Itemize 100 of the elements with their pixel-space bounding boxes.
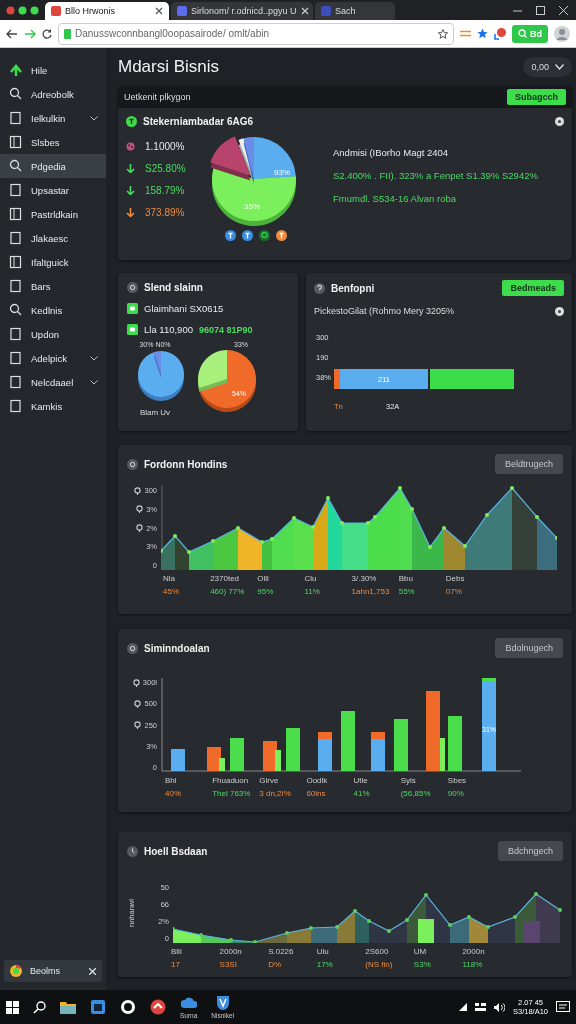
search-icon: [9, 87, 23, 101]
address-field[interactable]: Danusswconnbangl0oopasairode/ omlt/abin: [58, 22, 454, 45]
axis-label: Sbes: [447, 776, 468, 785]
page-icon: [9, 135, 23, 149]
blob-icon: [126, 141, 135, 151]
sidebar-item[interactable]: Pdgedia: [0, 154, 106, 178]
shield-icon[interactable]: [214, 995, 231, 1011]
pin-icon: [132, 678, 140, 687]
axis-label: Debs: [445, 574, 466, 583]
search-icon: [9, 303, 23, 317]
page-title: Mdarsi Bisnis: [118, 57, 220, 77]
sidebar-item[interactable]: Upsastar: [0, 178, 106, 202]
circle-badge-icon[interactable]: [225, 230, 236, 241]
open-item[interactable]: Beolms: [4, 960, 102, 982]
sidebar-item[interactable]: Slsbes: [0, 130, 106, 154]
search-icon[interactable]: [33, 1000, 46, 1014]
up-arrow-icon[interactable]: [458, 1003, 467, 1011]
gear-icon: [127, 282, 138, 293]
action-button[interactable]: Bdchngech: [497, 841, 563, 861]
chat-icon: [127, 324, 138, 335]
bar: [230, 738, 244, 771]
data-point: [513, 915, 517, 919]
clock-icon: [127, 845, 138, 857]
folder-icon[interactable]: [60, 999, 76, 1015]
page-icon: [9, 351, 23, 365]
action-button[interactable]: Bedmeads: [502, 280, 564, 296]
column-value: 1ahn1,753: [351, 587, 391, 596]
sidebar-item[interactable]: Hile: [0, 58, 106, 82]
star-icon[interactable]: [438, 28, 448, 39]
column-value: 41%: [353, 789, 371, 798]
avatar-icon[interactable]: [554, 25, 570, 42]
sidebar-item[interactable]: Adreobolk: [0, 82, 106, 106]
window-dot-icon[interactable]: [30, 5, 39, 15]
action-button[interactable]: Bdolnugech: [495, 638, 563, 658]
sidebar-item[interactable]: Jlakaesc: [0, 226, 106, 250]
network-icon[interactable]: [474, 1003, 486, 1011]
window-icon[interactable]: [90, 999, 106, 1015]
column-value: 17: [171, 960, 181, 969]
site-icon: [321, 6, 331, 16]
area-segment: [161, 536, 175, 570]
volume-icon[interactable]: [493, 1002, 505, 1012]
data-point: [199, 933, 203, 937]
pin-icon[interactable]: [259, 230, 270, 241]
action-button[interactable]: Beldtrugech: [494, 454, 563, 474]
axis-label: Utle: [353, 776, 369, 785]
sidebar-item[interactable]: Adelpick: [0, 346, 106, 370]
data-point: [442, 526, 446, 530]
sidebar-item[interactable]: Pastrldkain: [0, 202, 106, 226]
gear-icon: [127, 642, 138, 654]
sidebar-item[interactable]: Kedlnis: [0, 298, 106, 322]
start-icon[interactable]: [6, 1000, 19, 1014]
window-dot-icon[interactable]: [6, 5, 15, 15]
sidebar-item[interactable]: Ifaltguick: [0, 250, 106, 274]
info-dot-icon[interactable]: [555, 117, 564, 126]
maximize-icon[interactable]: [536, 5, 545, 15]
ring-icon[interactable]: [120, 999, 136, 1015]
browser-tab[interactable]: Sach: [315, 2, 395, 20]
browser-tab[interactable]: Bllo Hrwonis: [45, 2, 169, 20]
circle-badge-icon[interactable]: [276, 230, 287, 241]
column-value: (NS fin): [365, 960, 394, 969]
browser-tab[interactable]: Sirlonom/ r.odnicd..pgyu U: [171, 2, 313, 20]
browser-icon: [10, 965, 22, 977]
window-dot-icon[interactable]: [18, 5, 27, 15]
notification-icon[interactable]: [556, 1000, 570, 1014]
data-point: [326, 496, 330, 500]
reload-icon[interactable]: [42, 28, 52, 39]
bar: [171, 749, 185, 771]
info-dot-icon[interactable]: [555, 306, 564, 316]
page-icon: [9, 255, 23, 269]
sidebar-item[interactable]: Bars: [0, 274, 106, 298]
cloud-icon[interactable]: [180, 995, 197, 1011]
pin-icon: [134, 721, 142, 729]
data-point: [373, 515, 377, 519]
axis-label: 3/.30%: [351, 574, 378, 583]
data-point: [510, 486, 514, 490]
slice-label: 35%: [244, 202, 260, 211]
close-icon[interactable]: [155, 7, 163, 15]
bar: [341, 711, 355, 771]
data-point: [558, 908, 562, 912]
data-point: [467, 915, 471, 919]
sidebar-item[interactable]: Ielkulkin: [0, 106, 106, 130]
card-title: Hoell Bsdaan: [144, 845, 209, 857]
period-dropdown[interactable]: 0,00: [523, 57, 572, 77]
sidebar-item[interactable]: Updon: [0, 322, 106, 346]
column-value: 95%: [257, 587, 275, 596]
action-button[interactable]: Subagcch: [507, 89, 566, 105]
card-title: Fordonn Hondins: [144, 458, 229, 470]
star-icon[interactable]: [477, 28, 488, 39]
chevron-circle-icon[interactable]: [150, 999, 166, 1015]
card-title: Stekerniambadar 6AG6: [143, 116, 255, 127]
search-icon: [9, 159, 23, 173]
page-icon: [9, 207, 23, 221]
pin-icon: [136, 505, 144, 514]
sidebar-item[interactable]: Kamkis: [0, 394, 106, 418]
sidebar-item[interactable]: Nelcdaael: [0, 370, 106, 394]
stat-value: 373.89%: [145, 206, 185, 218]
circle-badge-icon[interactable]: [242, 230, 253, 241]
down-arrow-icon: [126, 207, 135, 217]
extension-icon[interactable]: [494, 27, 506, 40]
back-icon[interactable]: [6, 28, 18, 39]
